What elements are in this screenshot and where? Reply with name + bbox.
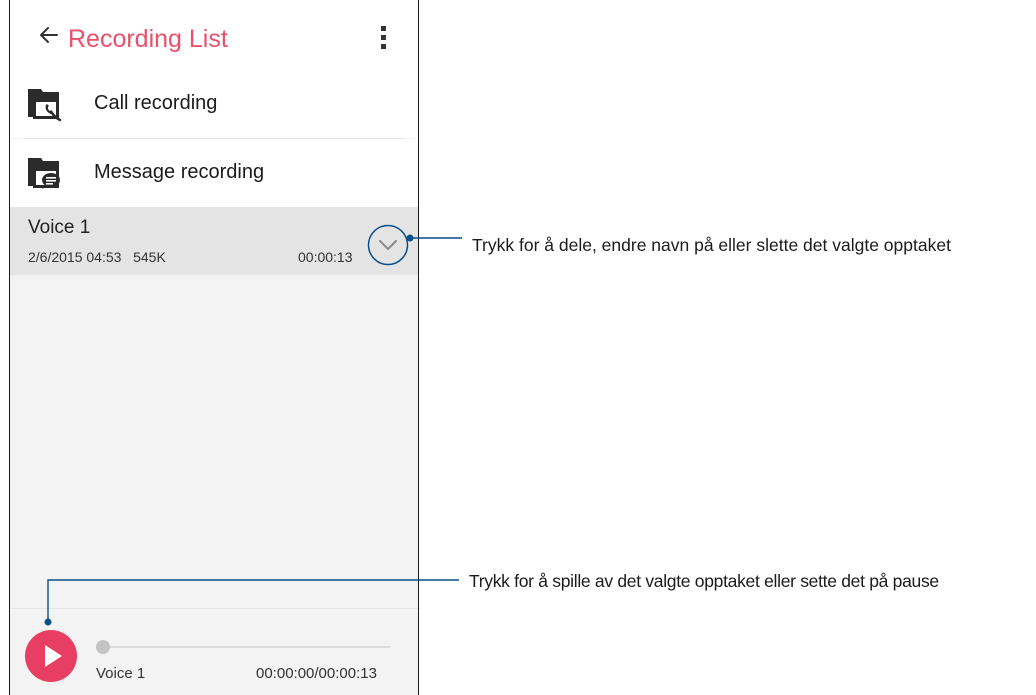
play-callout-text: Trykk for å spille av det valgte opptake… [469, 571, 939, 591]
page: Recording List Call recording Message re… [0, 0, 1036, 695]
options-callout-text: Trykk for å dele, endre navn på eller sl… [472, 235, 951, 255]
play-callout-dot [44, 618, 52, 626]
play-callout-line [47, 579, 459, 622]
options-callout-dot [406, 234, 414, 242]
